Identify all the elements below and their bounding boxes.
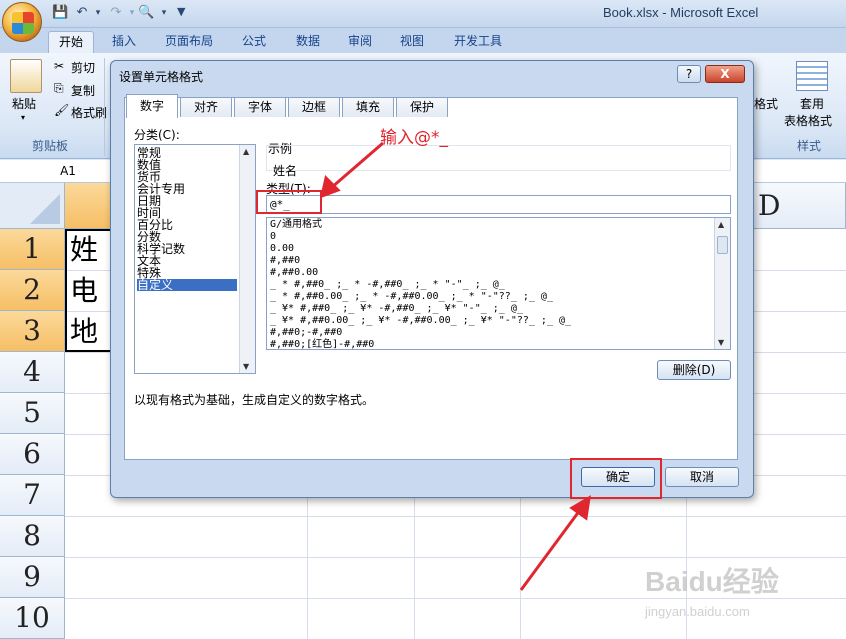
watermark: Baidu经验 jingyan.baidu.com [645, 560, 835, 630]
arrow-to-ok-button [519, 509, 582, 591]
watermark-url: jingyan.baidu.com [645, 604, 750, 619]
office-logo-icon [12, 12, 34, 34]
arrow-to-type-field [330, 141, 384, 190]
office-button[interactable] [2, 2, 42, 42]
annotation-arrows [319, 141, 591, 591]
watermark-brand: Baidu经验 [645, 566, 779, 597]
arrowhead-icon [319, 175, 341, 199]
